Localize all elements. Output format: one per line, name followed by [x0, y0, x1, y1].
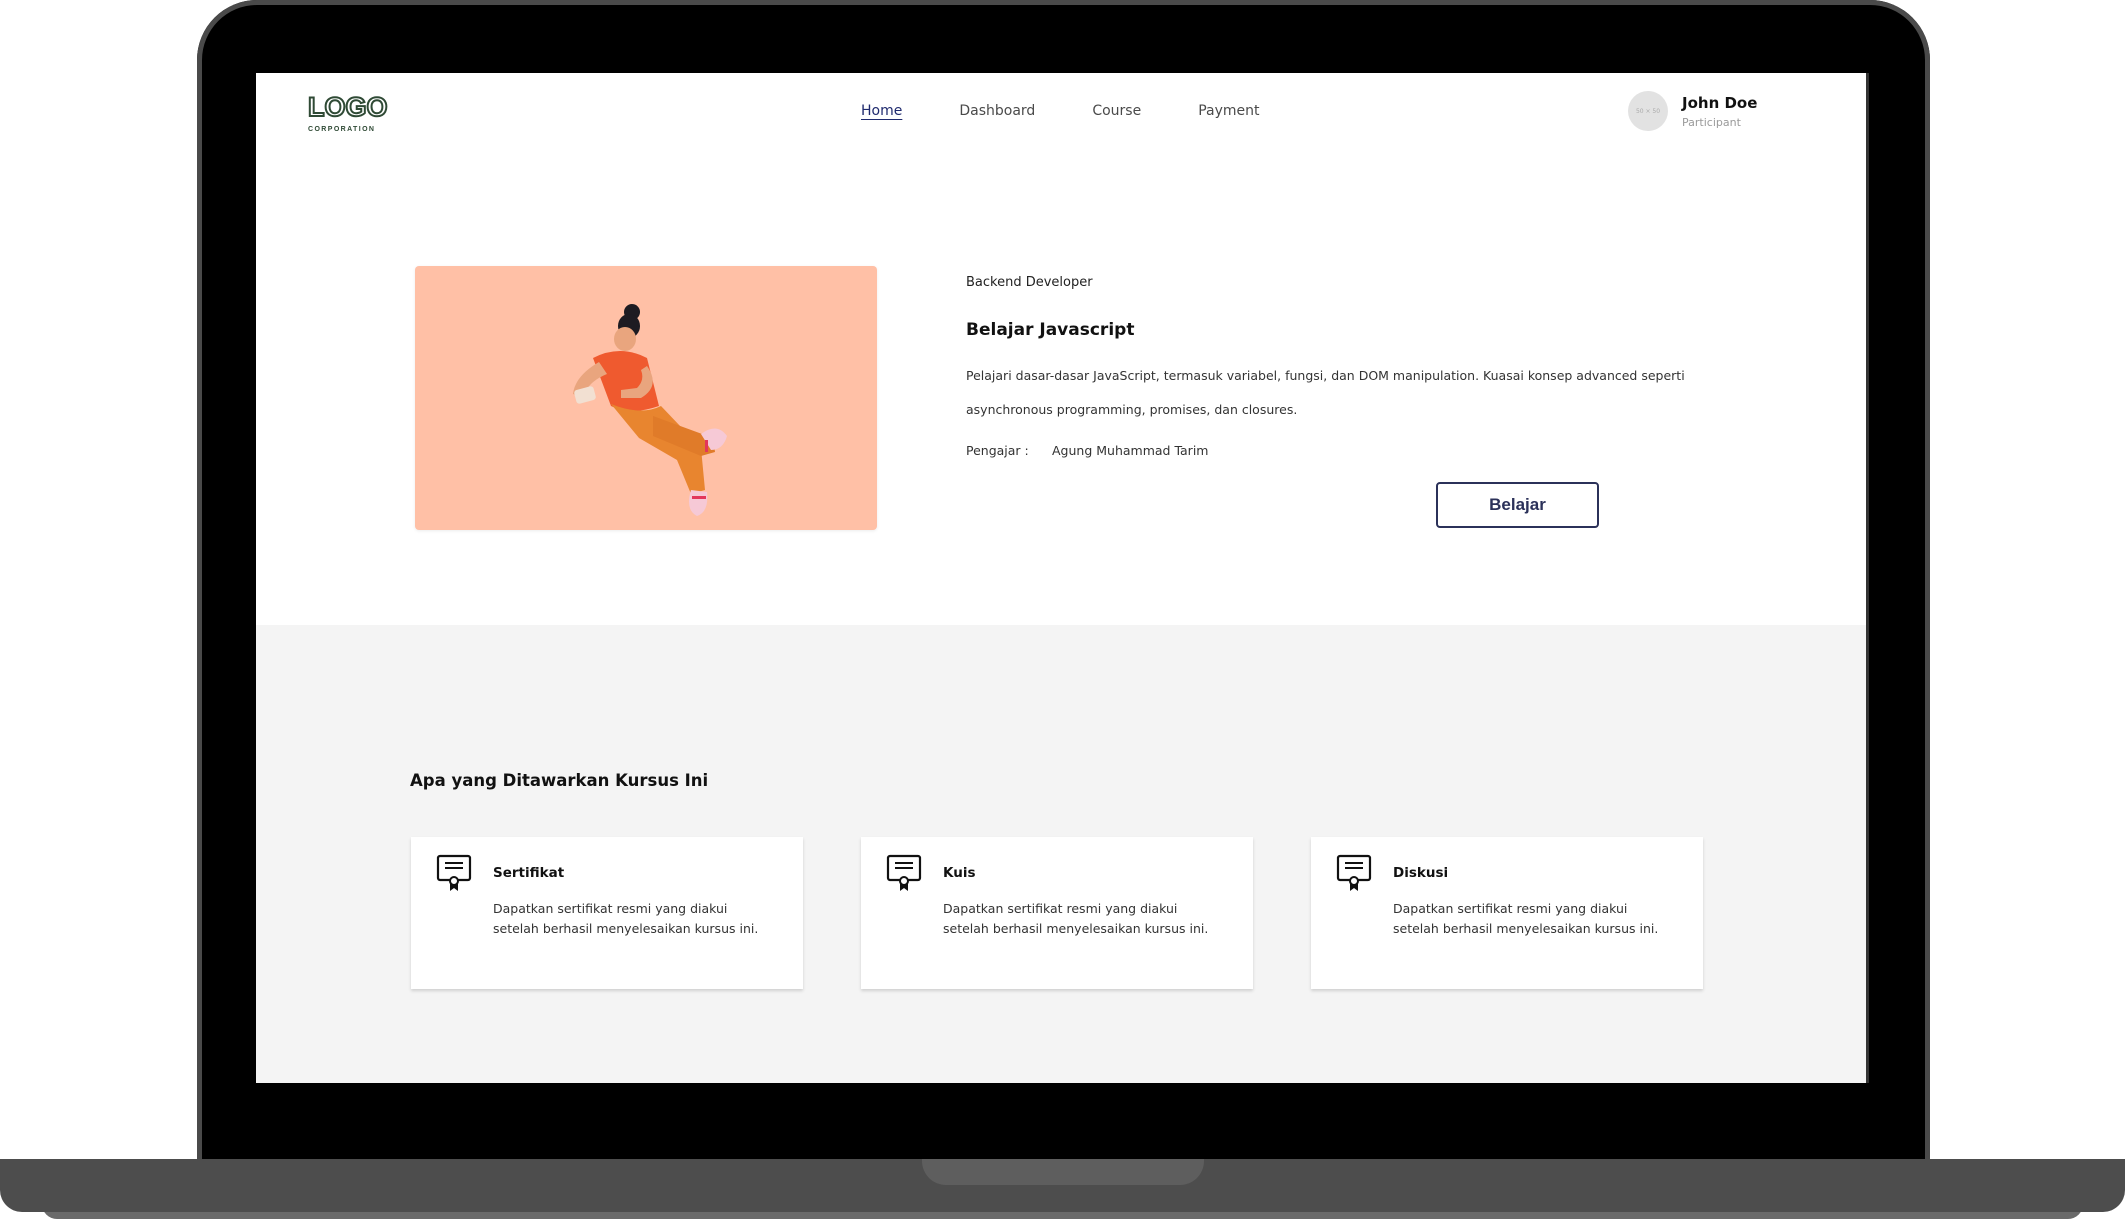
card-title: Diskusi — [1393, 865, 1449, 881]
nav-item-payment[interactable]: Payment — [1198, 103, 1259, 119]
user-role: Participant — [1682, 115, 1741, 129]
nav-item-dashboard[interactable]: Dashboard — [959, 103, 1035, 119]
offerings-heading: Apa yang Ditawarkan Kursus Ini — [410, 771, 709, 790]
user-profile[interactable]: 50 × 50 John Doe Participant — [1628, 91, 1757, 131]
card-description: Dapatkan sertifikat resmi yang diakui se… — [493, 901, 759, 936]
belajar-button[interactable]: Belajar — [1436, 482, 1599, 528]
user-name: John Doe — [1682, 93, 1758, 112]
offering-card-kuis: Kuis Dapatkan sertifikat resmi yang diak… — [861, 837, 1253, 989]
main-nav: Home Dashboard Course Payment — [861, 103, 1317, 119]
user-info: John Doe Participant — [1682, 94, 1757, 129]
card-description: Dapatkan sertifikat resmi yang diakui se… — [943, 901, 1209, 936]
offering-card-sertifikat: Sertifikat Dapatkan sertifikat resmi yan… — [411, 837, 803, 989]
nav-item-course[interactable]: Course — [1092, 103, 1141, 119]
course-description: Pelajari dasar-dasar JavaScript, termasu… — [966, 368, 1685, 417]
logo-subtext: CORPORATION — [308, 126, 376, 133]
offerings-section: Apa yang Ditawarkan Kursus Ini Sertifika… — [256, 625, 1869, 1083]
offering-card-diskusi: Diskusi Dapatkan sertifikat resmi yang d… — [1311, 837, 1703, 989]
course-teacher: Pengajar : Agung Muhammad Tarim — [966, 443, 1208, 458]
certificate-icon — [1336, 854, 1372, 891]
course-image — [415, 266, 877, 530]
avatar[interactable]: 50 × 50 — [1628, 91, 1668, 131]
card-description: Dapatkan sertifikat resmi yang diakui se… — [1393, 901, 1659, 936]
certificate-icon — [886, 854, 922, 891]
course-title: Belajar Javascript — [966, 320, 1135, 340]
logo-mark: LOGO — [307, 91, 388, 123]
laptop-notch — [922, 1159, 1204, 1185]
course-category: Backend Developer — [966, 275, 1093, 290]
certificate-icon — [436, 854, 472, 891]
laptop-screen: LOGO CORPORATION Home Dashboard Course P… — [256, 73, 1869, 1083]
card-title: Sertifikat — [493, 865, 565, 881]
teacher-label: Pengajar : — [966, 443, 1029, 458]
person-with-phone-illustration — [573, 304, 727, 516]
logo[interactable]: LOGO CORPORATION — [307, 91, 388, 133]
teacher-name: Agung Muhammad Tarim — [1052, 443, 1209, 458]
nav-item-home[interactable]: Home — [861, 103, 902, 119]
card-title: Kuis — [943, 865, 976, 881]
screen-edge — [1866, 73, 1869, 1083]
